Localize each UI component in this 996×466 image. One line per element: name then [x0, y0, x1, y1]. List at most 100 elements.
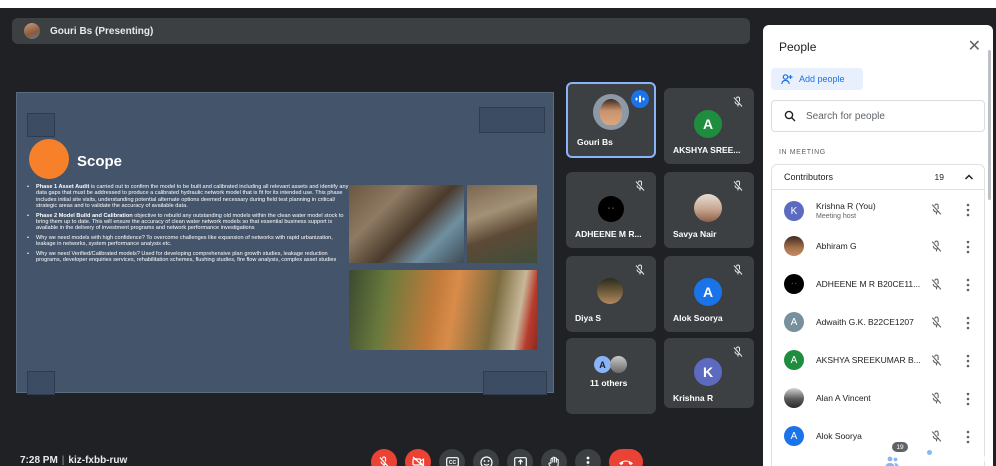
slide-photo-workers [467, 185, 537, 263]
participant-row[interactable]: Abhiram G [772, 228, 986, 264]
emoji-icon [479, 455, 493, 466]
activities-icon[interactable] [946, 454, 962, 466]
reactions-button[interactable] [473, 449, 499, 466]
panel-title: People [779, 40, 817, 54]
mic-toggle-button[interactable] [371, 449, 397, 466]
presenter-bar: Gouri Bs (Presenting) [12, 18, 750, 44]
bullet-lead: Phase 2 Model Build and Calibration [36, 212, 133, 219]
more-options-button[interactable] [575, 449, 601, 466]
host-controls-icon[interactable] [976, 454, 992, 466]
more-options-icon[interactable] [966, 354, 970, 368]
participant-name: Alan A Vincent [816, 393, 871, 403]
info-icon[interactable] [852, 454, 868, 466]
add-people-label: Add people [799, 74, 845, 84]
slide-corner-box-br [483, 371, 547, 395]
hand-icon [548, 456, 559, 466]
captions-button[interactable]: CC [439, 449, 465, 466]
scrollbar[interactable] [988, 50, 991, 200]
participant-row[interactable]: Alan A Vincent [772, 380, 986, 416]
hang-up-icon [619, 460, 633, 466]
more-options-icon[interactable] [966, 203, 970, 217]
slide-corner-box-tr [479, 107, 545, 133]
participant-tile-others[interactable]: A 11 others [566, 338, 656, 414]
avatar [784, 388, 804, 408]
participant-tile-alok[interactable]: A Alok Soorya [664, 256, 754, 332]
presenter-name: Gouri Bs (Presenting) [50, 25, 154, 37]
avatar: A [784, 426, 804, 446]
chevron-up-icon[interactable] [964, 173, 974, 181]
avatar: A [594, 356, 611, 373]
avatar: A [694, 278, 722, 306]
group-count: 19 [934, 172, 944, 182]
participant-tile-akshya[interactable]: A AKSHYA SREE... [664, 88, 754, 164]
add-people-button[interactable]: Add people [771, 68, 863, 90]
slide-orange-circle [29, 139, 69, 179]
mic-off-icon [931, 392, 942, 404]
mic-off-icon [733, 264, 743, 275]
participant-tile-diya[interactable]: Diya S [566, 256, 656, 332]
tile-label: Savya Nair [673, 229, 717, 239]
raise-hand-button[interactable] [541, 449, 567, 466]
avatar: ◦ ◦ [784, 274, 804, 294]
section-label: IN MEETING [779, 149, 826, 156]
search-icon [784, 110, 796, 122]
participant-row[interactable]: A Adwaith G.K. B22CE1207 [772, 304, 986, 340]
clock: 7:28 PM [20, 455, 58, 466]
avatar [597, 278, 623, 304]
slide-bullets: Phase 1 Asset Audit is carried out to co… [27, 184, 349, 266]
more-options-icon[interactable] [966, 240, 970, 254]
mic-off-icon [733, 346, 743, 357]
more-options-icon[interactable] [966, 278, 970, 292]
slide-bullet: Phase 2 Model Build and Calibration obje… [27, 213, 349, 232]
camera-toggle-button[interactable] [405, 449, 431, 466]
mic-off-icon [931, 430, 942, 442]
search-box[interactable] [771, 100, 985, 132]
slide-title: Scope [77, 153, 123, 170]
participant-row[interactable]: A AKSHYA SREEKUMAR B... [772, 342, 986, 378]
slide-bullet: Phase 1 Asset Audit is carried out to co… [27, 184, 349, 210]
people-count-badge: 19 [892, 442, 908, 452]
people-icon[interactable] [884, 454, 900, 466]
avatar: A [784, 312, 804, 332]
avatar: A [784, 350, 804, 370]
mic-off-icon [931, 316, 942, 328]
leave-call-button[interactable] [609, 449, 643, 466]
participant-tile-savya[interactable]: Savya Nair [664, 172, 754, 248]
more-options-icon[interactable] [966, 392, 970, 406]
slide-corner-box-tl [27, 113, 55, 137]
participant-name: AKSHYA SREEKUMAR B... [816, 355, 921, 365]
meeting-code: kiz-fxbb-ruw [68, 455, 128, 466]
shared-slide: Scope Phase 1 Asset Audit is carried out… [16, 92, 554, 395]
tile-label: Krishna R [673, 393, 714, 403]
svg-text:CC: CC [448, 460, 456, 466]
participant-name: Adwaith G.K. B22CE1207 [816, 317, 914, 327]
present-button[interactable] [507, 449, 533, 466]
participant-tile-krishna[interactable]: K Krishna R [664, 338, 754, 408]
slide-bullet: Why we need Verified/Calibrated models? … [27, 251, 349, 264]
slide-photo-hydrant-flow [349, 270, 537, 350]
chat-icon[interactable] [916, 454, 932, 466]
mic-off-icon [635, 264, 645, 275]
participant-row[interactable]: K Krishna R (You) Meeting host [772, 190, 986, 226]
close-icon[interactable]: ✕ [968, 36, 981, 56]
participant-name: Alok Soorya [816, 431, 862, 441]
more-options-icon[interactable] [966, 430, 970, 444]
presenter-avatar [24, 23, 40, 39]
participant-name: ADHEENE M R B20CE11... [816, 279, 921, 289]
participant-tile-gouri[interactable]: Gouri Bs [566, 82, 656, 158]
participant-row[interactable]: ◦ ◦ ADHEENE M R B20CE11... [772, 266, 986, 302]
participant-tile-adheene[interactable]: ◦ ◦ ADHEENE M R... [566, 172, 656, 248]
avatar: ◦ ◦ [598, 196, 624, 222]
chat-notification-dot [927, 450, 932, 455]
more-options-icon[interactable] [966, 316, 970, 330]
participant-row[interactable]: A Alok Soorya [772, 418, 986, 454]
search-input[interactable] [806, 110, 976, 122]
slide-corner-box-bl [27, 371, 55, 395]
bullet-text: Why we need models with high confidence?… [36, 234, 333, 248]
mic-off-icon [931, 240, 942, 252]
camera-off-icon [411, 456, 424, 466]
mic-off-icon [931, 354, 942, 366]
mic-off-icon [931, 278, 942, 290]
meeting-stage: Gouri Bs (Presenting) Scope Phase 1 Asse… [0, 8, 996, 466]
contributors-group-header[interactable]: Contributors 19 [771, 164, 985, 190]
